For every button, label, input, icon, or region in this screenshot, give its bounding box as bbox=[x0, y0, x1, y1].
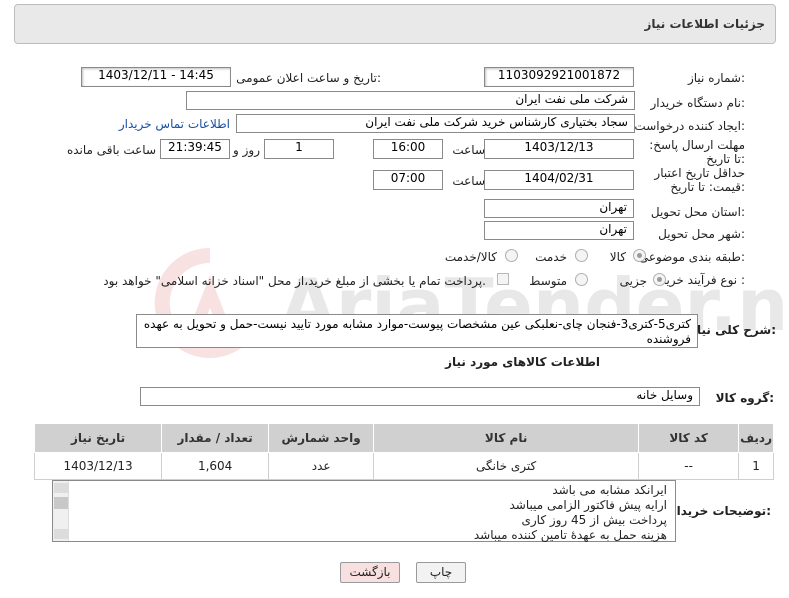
cell-code: -- bbox=[638, 452, 740, 480]
cell-row: 1 bbox=[738, 452, 774, 480]
price-validity-label: حداقل تاریخ اعتبار قیمت: تا تاریخ: bbox=[654, 166, 745, 194]
days-label: روز و bbox=[233, 143, 260, 157]
purchase-radio-medium[interactable] bbox=[575, 273, 588, 286]
validity-date-field[interactable]: 1404/02/31 bbox=[484, 170, 634, 190]
creator-label: ایجاد کننده درخواست: bbox=[634, 119, 745, 133]
notes-line: ارایه پیش فاکتور الزامی میباشد bbox=[509, 498, 667, 512]
buyer-org-label: نام دستگاه خریدار: bbox=[650, 96, 746, 110]
province-label: استان محل تحویل: bbox=[650, 205, 745, 219]
purchase-type-label: نوع فرآیند خرید : bbox=[660, 273, 745, 287]
col-name: نام کالا bbox=[373, 423, 640, 453]
back-button[interactable]: بازگشت bbox=[340, 562, 400, 583]
validity-hour-label: ساعت bbox=[452, 174, 485, 188]
category-option-goods-service: کالا/خدمت bbox=[444, 250, 497, 264]
category-label: طبقه بندی موضوعی: bbox=[638, 250, 745, 264]
col-code: کد کالا bbox=[638, 423, 740, 453]
buyer-notes-label: توضیحات خریدار: bbox=[669, 504, 771, 518]
need-number-label: شماره نیاز: bbox=[687, 71, 745, 85]
buyer-notes-text: ایرانکد مشابه می باشد ارایه پیش فاکتور ا… bbox=[474, 483, 667, 543]
print-button[interactable]: چاپ bbox=[416, 562, 466, 583]
buyer-contact-link[interactable]: اطلاعات تماس خریدار bbox=[119, 117, 230, 131]
col-row: ردیف bbox=[738, 423, 774, 453]
goods-group-label: گروه کالا: bbox=[715, 391, 774, 405]
cell-date: 1403/12/13 bbox=[33, 452, 163, 480]
notes-line: پرداخت بیش از 45 روز کاری bbox=[521, 513, 667, 527]
summary-textarea[interactable]: کتری5-کتری3-فنجان چای-نعلبکی عین مشخصات … bbox=[136, 314, 698, 348]
remaining-time-field[interactable]: 21:39:45 bbox=[160, 139, 230, 159]
notes-line: ایرانکد مشابه می باشد bbox=[552, 483, 667, 497]
province-field[interactable]: تهران bbox=[484, 199, 634, 218]
category-radio-service[interactable] bbox=[575, 249, 588, 262]
goods-info-title: اطلاعات کالاهای مورد نیاز bbox=[445, 355, 600, 369]
details-panel-header: جزئیات اطلاعات نیاز bbox=[14, 4, 776, 44]
notes-line: هزینه حمل به عهدهٔ تامین کننده میباشد bbox=[473, 528, 667, 542]
purchase-radio-minor[interactable] bbox=[653, 273, 666, 286]
announce-date-field[interactable]: 1403/12/11 - 14:45 bbox=[81, 67, 231, 87]
cell-unit: عدد bbox=[268, 452, 375, 480]
col-qty: تعداد / مقدار bbox=[161, 423, 270, 453]
category-option-goods: کالا bbox=[609, 250, 626, 264]
scroll-up-icon[interactable] bbox=[54, 483, 68, 493]
city-label: شهر محل تحویل: bbox=[658, 227, 745, 241]
deadline-date-field[interactable]: 1403/12/13 bbox=[484, 139, 634, 159]
city-field[interactable]: تهران bbox=[484, 221, 634, 240]
treasury-payment-note: پرداخت تمام یا بخشی از مبلغ خرید،از محل … bbox=[103, 274, 486, 288]
deadline-hour-label: ساعت bbox=[452, 143, 485, 157]
col-unit: واحد شمارش bbox=[268, 423, 375, 453]
creator-field[interactable]: سجاد بختیاری کارشناس خرید شرکت ملی نفت ا… bbox=[236, 114, 635, 133]
items-table: ردیف کد کالا نام کالا واحد شمارش تعداد /… bbox=[33, 423, 774, 480]
scroll-down-icon[interactable] bbox=[54, 529, 68, 539]
validity-time-field[interactable]: 07:00 bbox=[373, 170, 443, 190]
treasury-payment-checkbox[interactable] bbox=[497, 273, 509, 285]
category-option-service: خدمت bbox=[535, 250, 567, 264]
announce-date-label: تاریخ و ساعت اعلان عمومی: bbox=[236, 71, 381, 85]
items-table-header: ردیف کد کالا نام کالا واحد شمارش تعداد /… bbox=[33, 423, 774, 453]
remaining-time-label: ساعت باقی مانده bbox=[66, 143, 156, 157]
need-number-field[interactable]: 1103092921001872 bbox=[484, 67, 634, 87]
summary-label: شرح کلی نیاز: bbox=[690, 323, 776, 337]
purchase-option-medium: متوسط bbox=[529, 274, 567, 288]
cell-name: کتری خانگی bbox=[373, 452, 640, 480]
cell-qty: 1,604 bbox=[161, 452, 270, 480]
table-row[interactable]: 1 -- کتری خانگی عدد 1,604 1403/12/13 bbox=[33, 452, 774, 480]
buyer-notes-textarea[interactable]: ایرانکد مشابه می باشد ارایه پیش فاکتور ا… bbox=[52, 480, 676, 542]
notes-scrollbar[interactable] bbox=[53, 481, 69, 541]
goods-group-field[interactable]: وسایل خانه bbox=[140, 387, 700, 406]
deadline-time-field[interactable]: 16:00 bbox=[373, 139, 443, 159]
buyer-org-field[interactable]: شرکت ملی نفت ایران bbox=[186, 91, 635, 110]
purchase-option-minor: جزیی bbox=[619, 274, 647, 288]
col-date: تاریخ نیاز bbox=[33, 423, 163, 453]
days-remaining-field[interactable]: 1 bbox=[264, 139, 334, 159]
deadline-label: مهلت ارسال پاسخ: تا تاریخ: bbox=[649, 138, 745, 166]
category-radio-goods[interactable] bbox=[633, 249, 646, 262]
scroll-thumb[interactable] bbox=[54, 497, 68, 509]
page-title: جزئیات اطلاعات نیاز bbox=[644, 17, 765, 31]
category-radio-goods-service[interactable] bbox=[505, 249, 518, 262]
